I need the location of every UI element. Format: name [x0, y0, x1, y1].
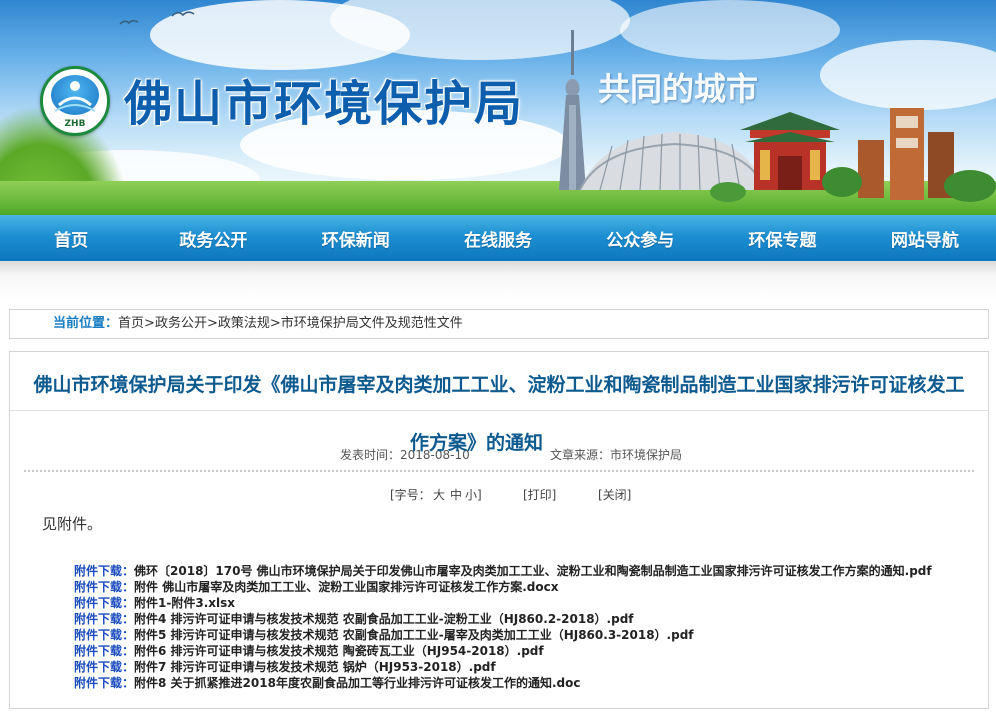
- breadcrumb-separator: >: [206, 316, 218, 331]
- nav-item-public-participation[interactable]: 公众参与: [569, 215, 711, 261]
- breadcrumb-home-link[interactable]: 首页: [118, 316, 144, 331]
- logo-emblem-icon: [51, 75, 99, 115]
- article-title: 佛山市环境保护局关于印发《佛山市屠宰及肉类加工工业、淀粉工业和陶瓷制品制造工业国…: [33, 374, 965, 396]
- main-navigation: 首页 政务公开 环保新闻 在线服务 公众参与 环保专题 网站导航: [0, 215, 996, 261]
- agency-logo[interactable]: ZHB: [40, 66, 110, 136]
- attachment-link[interactable]: 附件6 排污许可证申请与核发技术规范 陶瓷砖瓦工业（HJ954-2018）.pd…: [134, 644, 544, 658]
- city-skyline-illustration: [559, 30, 996, 202]
- attachment-link[interactable]: 佛环〔2018〕170号 佛山市环境保护局关于印发佛山市屠宰及肉类加工工业、淀粉…: [134, 564, 932, 578]
- attachment-item: 附件下载：附件5 排污许可证申请与核发技术规范 农副食品加工工业-屠宰及肉类加工…: [74, 627, 974, 643]
- font-size-small-button[interactable]: 小]: [465, 486, 482, 503]
- nav-shadow-divider: [0, 261, 996, 299]
- nav-item-site-map[interactable]: 网站导航: [854, 215, 996, 261]
- logo-text: ZHB: [64, 119, 86, 129]
- breadcrumb-label: 当前位置：: [53, 316, 119, 331]
- attachment-label: 附件下载：: [74, 644, 135, 658]
- attachment-item: 附件下载：附件4 排污许可证申请与核发技术规范 农副食品加工工业-淀粉工业（HJ…: [74, 611, 974, 627]
- font-size-label: [字号：: [390, 488, 431, 502]
- attachment-label: 附件下载：: [74, 564, 135, 578]
- attachment-item: 附件下载：附件7 排污许可证申请与核发技术规范 锅炉（HJ953-2018）.p…: [74, 659, 974, 675]
- attachment-link[interactable]: 附件1-附件3.xlsx: [134, 596, 235, 610]
- attachment-link[interactable]: 附件 佛山市屠宰及肉类加工工业、淀粉工业国家排污许可证核发工作方案.docx: [134, 580, 558, 594]
- nav-item-special-topics[interactable]: 环保专题: [711, 215, 853, 261]
- attachment-label: 附件下载：: [74, 596, 135, 610]
- nav-item-environment-news[interactable]: 环保新闻: [285, 215, 427, 261]
- font-size-medium-button[interactable]: 中: [450, 486, 462, 503]
- attachment-link[interactable]: 附件8 关于抓紧推进2018年度农副食品加工等行业排污许可证核发工作的通知.do…: [134, 676, 580, 690]
- article-panel: 佛山市环境保护局关于印发《佛山市屠宰及肉类加工工业、淀粉工业和陶瓷制品制造工业国…: [9, 351, 989, 709]
- breadcrumb-separator: >: [144, 316, 155, 331]
- attachment-label: 附件下载：: [74, 612, 135, 626]
- breadcrumb: 当前位置：首页>政务公开>政策法规>市环境保护局文件及规范性文件: [9, 309, 989, 339]
- attachment-link[interactable]: 附件5 排污许可证申请与核发技术规范 农副食品加工工业-屠宰及肉类加工工业（HJ…: [134, 628, 694, 642]
- font-size-large-button[interactable]: 大: [433, 486, 445, 503]
- nav-item-government-affairs[interactable]: 政务公开: [142, 215, 284, 261]
- attachment-label: 附件下载：: [74, 628, 135, 642]
- attachment-label: 附件下载：: [74, 660, 135, 674]
- attachment-label: 附件下载：: [74, 580, 135, 594]
- attachment-link[interactable]: 附件4 排污许可证申请与核发技术规范 农副食品加工工业-淀粉工业（HJ860.2…: [134, 612, 634, 626]
- attachment-item: 附件下载：佛环〔2018〕170号 佛山市环境保护局关于印发佛山市屠宰及肉类加工…: [74, 563, 974, 579]
- article-body: 见附件。: [42, 515, 103, 533]
- attachment-label: 附件下载：: [74, 676, 135, 690]
- nav-item-online-service[interactable]: 在线服务: [427, 215, 569, 261]
- attachment-link[interactable]: 附件7 排污许可证申请与核发技术规范 锅炉（HJ953-2018）.pdf: [134, 660, 496, 674]
- site-banner: ZHB 佛山市环境保护局 共同的城市: [0, 0, 996, 215]
- attachment-item: 附件下载：附件 佛山市屠宰及肉类加工工业、淀粉工业国家排污许可证核发工作方案.d…: [74, 579, 974, 595]
- breadcrumb-government-link[interactable]: 政务公开: [155, 316, 207, 331]
- article-title-continued: 作方案》的通知: [410, 432, 544, 454]
- article-source: 文章来源：市环境保护局: [550, 448, 683, 462]
- dotted-divider: [24, 470, 974, 472]
- birds-icon: [119, 11, 195, 25]
- attachment-list: 附件下载：佛环〔2018〕170号 佛山市环境保护局关于印发佛山市屠宰及肉类加工…: [74, 563, 974, 691]
- print-button[interactable]: [打印]: [523, 486, 556, 503]
- attachment-item: 附件下载：附件8 关于抓紧推进2018年度农副食品加工等行业排污许可证核发工作的…: [74, 675, 974, 691]
- site-title: 佛山市环境保护局: [124, 76, 525, 132]
- attachment-item: 附件下载：附件6 排污许可证申请与核发技术规范 陶瓷砖瓦工业（HJ954-201…: [74, 643, 974, 659]
- nav-item-home[interactable]: 首页: [0, 215, 142, 261]
- close-button[interactable]: [关闭]: [598, 486, 631, 503]
- breadcrumb-separator: >: [269, 316, 281, 331]
- attachment-item: 附件下载：附件1-附件3.xlsx: [74, 595, 974, 611]
- breadcrumb-documents-link[interactable]: 市环境保护局文件及规范性文件: [281, 316, 463, 331]
- banner-slogan: 共同的城市: [598, 70, 759, 108]
- breadcrumb-policy-link[interactable]: 政策法规: [218, 316, 270, 331]
